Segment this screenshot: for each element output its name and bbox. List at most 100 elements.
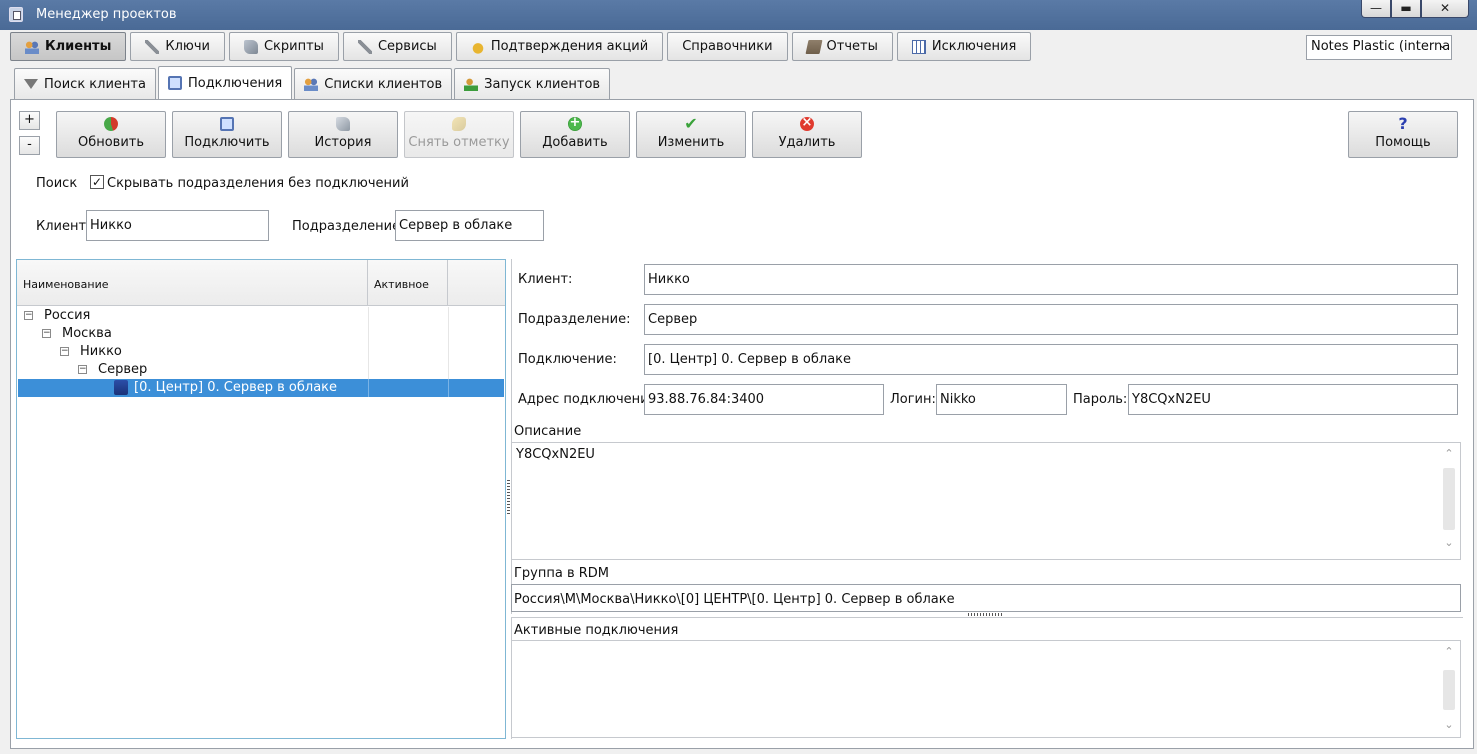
window-title: Менеджер проектов — [36, 7, 177, 22]
close-button[interactable]: ✕ — [1421, 0, 1469, 18]
window-controls: — ▬ ✕ — [1361, 0, 1469, 18]
password-input[interactable]: Y8CQxN2EU — [1128, 384, 1458, 415]
grid-icon — [911, 39, 926, 54]
detail-division-input[interactable]: Сервер — [644, 304, 1458, 335]
tree-row-label: Никко — [80, 344, 122, 359]
connect-button[interactable]: Подключить — [172, 111, 282, 158]
button-label: Снять отметку — [408, 135, 510, 150]
scroll-thumb[interactable] — [1443, 670, 1455, 710]
tab-label: Клиенты — [45, 39, 112, 54]
minimize-button[interactable]: — — [1361, 0, 1391, 18]
add-icon — [568, 114, 582, 132]
tree-row-label: Москва — [62, 326, 112, 341]
tree-row-label: Россия — [44, 308, 91, 323]
description-label: Описание — [514, 424, 582, 439]
tab-label: Списки клиентов — [324, 76, 443, 92]
tab-reports[interactable]: Отчеты — [791, 32, 893, 61]
hide-divisions-checkbox[interactable]: ✓ — [90, 175, 104, 189]
delete-button[interactable]: Удалить — [752, 111, 862, 158]
refresh-button[interactable]: Обновить — [56, 111, 166, 158]
scroll-up-icon[interactable]: ⌃ — [1442, 645, 1456, 658]
client-filter-input[interactable]: Никко — [86, 210, 269, 241]
login-label: Логин: — [890, 392, 936, 407]
collapse-icon[interactable]: − — [42, 329, 51, 338]
hand-icon — [470, 39, 485, 54]
scroll-thumb[interactable] — [1443, 468, 1455, 530]
help-button[interactable]: ? Помощь — [1348, 111, 1458, 158]
column-header-name[interactable]: Наименование — [17, 260, 368, 306]
wrench-icon — [145, 39, 160, 54]
column-header-active[interactable]: Активное — [368, 260, 448, 306]
description-scrollbar[interactable]: ⌃ ⌄ — [1442, 447, 1456, 555]
scroll-down-icon[interactable]: ⌄ — [1442, 718, 1456, 731]
collapse-icon[interactable]: − — [78, 365, 87, 374]
rdm-group-input[interactable]: Россия\М\Москва\Никко\[0] ЦЕНТР\[0. Цент… — [511, 584, 1461, 612]
users-icon — [304, 77, 319, 91]
tab-keys[interactable]: Ключи — [130, 32, 225, 61]
tab-label: Подключения — [187, 75, 283, 91]
title-bar: Менеджер проектов — ▬ ✕ — [0, 0, 1477, 30]
history-button[interactable]: История — [288, 111, 398, 158]
connections-tree[interactable]: Наименование Активное − Россия − Москва … — [16, 259, 506, 739]
network-icon — [167, 76, 182, 90]
collapse-all-button[interactable]: - — [19, 136, 40, 155]
collapse-icon[interactable]: − — [24, 311, 33, 320]
horizontal-splitter[interactable] — [968, 613, 1004, 616]
expand-all-button[interactable]: + — [19, 111, 40, 130]
app-icon — [9, 7, 23, 22]
collapse-icon[interactable]: − — [60, 347, 69, 356]
scroll-up-icon[interactable]: ⌃ — [1442, 447, 1456, 460]
user-add-icon — [464, 77, 479, 91]
detail-client-label: Клиент: — [518, 272, 573, 287]
clear-mark-button[interactable]: Снять отметку — [404, 111, 514, 158]
chevron-down-icon: ⌄ — [1437, 38, 1447, 51]
detail-division-label: Подразделение: — [518, 312, 631, 327]
active-connections-list[interactable]: ⌃ ⌄ — [511, 640, 1461, 738]
tree-row-selected[interactable]: [0. Центр] 0. Сервер в облаке — [18, 379, 504, 397]
edit-button[interactable]: ✔ Изменить — [636, 111, 746, 158]
scroll-down-icon[interactable]: ⌄ — [1442, 536, 1456, 549]
client-select[interactable]: Notes Plastic (interna ⌄ — [1306, 35, 1452, 60]
search-label: Поиск — [36, 176, 78, 191]
detail-connection-label: Подключение: — [518, 352, 617, 367]
tab-clients[interactable]: Клиенты — [10, 32, 127, 61]
maximize-button[interactable]: ▬ — [1391, 0, 1421, 18]
tab-references[interactable]: Справочники — [667, 32, 788, 61]
tab-label: Запуск клиентов — [484, 76, 601, 92]
filter-icon — [24, 79, 38, 89]
history-icon — [336, 117, 350, 131]
detail-connection-input[interactable]: [0. Центр] 0. Сервер в облаке — [644, 344, 1458, 375]
tab-services[interactable]: Сервисы — [342, 32, 452, 61]
tab-label: Поиск клиента — [44, 76, 146, 92]
division-filter-input[interactable]: Сервер в облаке — [395, 210, 544, 241]
tree-row[interactable]: − Никко — [18, 343, 504, 361]
tab-promo-confirmations[interactable]: Подтверждения акций — [455, 32, 664, 61]
vertical-splitter[interactable] — [507, 480, 510, 514]
login-input[interactable]: Nikko — [936, 384, 1067, 415]
description-textarea[interactable]: Y8CQxN2EU ⌃ ⌄ — [511, 442, 1461, 560]
active-connections-label: Активные подключения — [514, 623, 679, 638]
tree-row[interactable]: − Россия — [18, 307, 504, 325]
tab-label: Справочники — [682, 39, 773, 54]
button-label: Помощь — [1375, 135, 1431, 150]
broom-icon — [452, 117, 466, 131]
add-button[interactable]: Добавить — [520, 111, 630, 158]
description-text: Y8CQxN2EU — [516, 447, 595, 462]
tab-connections[interactable]: Подключения — [157, 66, 293, 99]
active-connections-scrollbar[interactable]: ⌃ ⌄ — [1442, 645, 1456, 733]
address-input[interactable]: 93.88.76.84:3400 — [644, 384, 884, 415]
client-filter-label: Клиент: — [36, 219, 91, 234]
password-label: Пароль: — [1073, 392, 1128, 407]
tab-client-lists[interactable]: Списки клиентов — [294, 68, 453, 99]
tab-client-launch[interactable]: Запуск клиентов — [454, 68, 611, 99]
tab-exceptions[interactable]: Исключения — [896, 32, 1032, 61]
rdm-group-label: Группа в RDM — [514, 566, 610, 581]
tab-label: Отчеты — [826, 39, 878, 54]
tree-row[interactable]: − Сервер — [18, 361, 504, 379]
tab-scripts[interactable]: Скрипты — [228, 32, 339, 61]
detail-client-input[interactable]: Никко — [644, 264, 1458, 295]
tab-client-search[interactable]: Поиск клиента — [14, 68, 156, 99]
grid-header: Наименование Активное — [17, 260, 505, 306]
sub-tabs: Поиск клиента Подключения Списки клиенто… — [14, 66, 611, 99]
tree-row[interactable]: − Москва — [18, 325, 504, 343]
